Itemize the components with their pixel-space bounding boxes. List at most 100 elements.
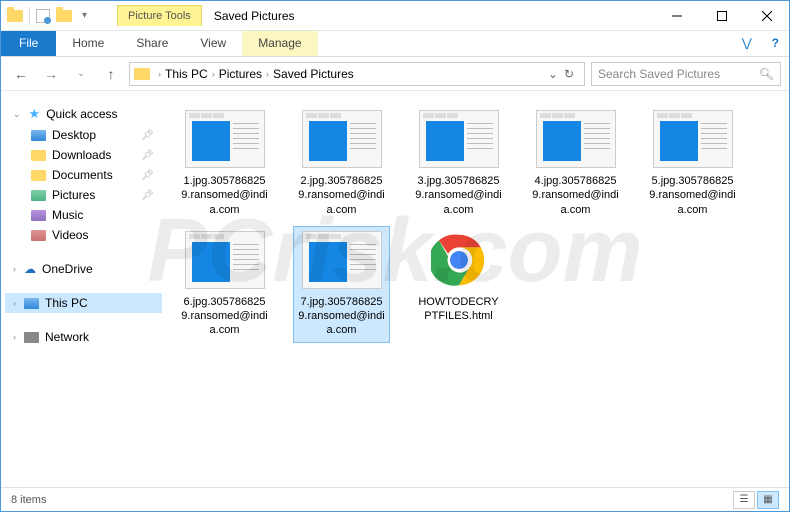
help-icon[interactable]: ? — [762, 31, 789, 56]
dropdown-icon[interactable]: ⌄ — [548, 67, 558, 81]
close-button[interactable] — [744, 1, 789, 31]
sidebar-item-pictures[interactable]: Pictures 📌︎ — [5, 185, 162, 205]
file-thumbnail — [302, 110, 382, 168]
sidebar-item-desktop[interactable]: Desktop 📌︎ — [5, 125, 162, 145]
file-item[interactable]: 3.jpg.3057868259.ransomed@india.com — [410, 105, 507, 222]
sidebar-label: Music — [52, 208, 83, 222]
sidebar-item-onedrive[interactable]: ›☁OneDrive — [5, 259, 162, 279]
file-item[interactable]: 4.jpg.3057868259.ransomed@india.com — [527, 105, 624, 222]
pc-icon — [24, 298, 39, 309]
quick-access-header[interactable]: ⌄★Quick access — [5, 103, 162, 125]
file-item[interactable]: 6.jpg.3057868259.ransomed@india.com — [176, 226, 273, 343]
pin-icon: 📌︎ — [141, 130, 154, 141]
app-icon — [7, 10, 23, 22]
separator — [29, 7, 30, 25]
sidebar-item-documents[interactable]: Documents📌︎ — [5, 165, 162, 185]
pin-icon: 📌︎ — [141, 150, 154, 161]
content-pane[interactable]: 1.jpg.3057868259.ransomed@india.com 2.jpg… — [166, 91, 789, 483]
file-item[interactable]: HOWTODECRYPTFILES.html — [410, 226, 507, 343]
file-name: 1.jpg.3057868259.ransomed@india.com — [181, 174, 268, 217]
file-item[interactable]: 7.jpg.3057868259.ransomed@india.com — [293, 226, 390, 343]
sidebar-label: Desktop — [52, 128, 96, 142]
file-item[interactable]: 1.jpg.3057868259.ransomed@india.com — [176, 105, 273, 222]
recent-locations-icon[interactable]: ⌄ — [69, 62, 93, 86]
file-name: 5.jpg.3057868259.ransomed@india.com — [649, 174, 736, 217]
file-name: 4.jpg.3057868259.ransomed@india.com — [532, 174, 619, 217]
details-view-button[interactable]: ☰ — [733, 491, 755, 509]
sidebar-item-this-pc[interactable]: ›This PC — [5, 293, 162, 313]
item-count: 8 items — [11, 494, 46, 506]
file-item[interactable]: 2.jpg.3057868259.ransomed@india.com — [293, 105, 390, 222]
qat-customize-icon[interactable]: ▾ — [78, 10, 91, 21]
quick-access-toolbar: ▾ — [1, 7, 97, 25]
chevron-right-icon[interactable]: › — [156, 69, 163, 79]
breadcrumb-item[interactable]: This PC — [165, 67, 208, 81]
file-name: 2.jpg.3057868259.ransomed@india.com — [298, 174, 385, 217]
new-folder-icon[interactable] — [56, 10, 72, 22]
picture-tools-tab[interactable]: Picture Tools — [117, 5, 202, 26]
properties-icon[interactable] — [36, 9, 50, 23]
file-item[interactable]: 5.jpg.3057868259.ransomed@india.com — [644, 105, 741, 222]
window-title: Saved Pictures — [214, 9, 654, 23]
minimize-button[interactable] — [654, 1, 699, 31]
file-thumbnail — [419, 110, 499, 168]
ribbon: File Home Share View Manage ⋁ ? — [1, 31, 789, 57]
back-button[interactable]: ← — [9, 62, 33, 86]
up-button[interactable]: ↑ — [99, 62, 123, 86]
window-controls — [654, 1, 789, 31]
chevron-right-icon[interactable]: › — [210, 69, 217, 79]
file-thumbnail — [185, 231, 265, 289]
status-bar: 8 items ☰ ▦ — [1, 487, 789, 511]
breadcrumb-item[interactable]: Pictures — [219, 67, 262, 81]
desktop-icon — [31, 130, 46, 141]
file-thumbnail — [185, 110, 265, 168]
sidebar-label: This PC — [45, 296, 88, 310]
file-thumbnail — [653, 110, 733, 168]
cloud-icon: ☁ — [24, 262, 36, 276]
videos-icon — [31, 230, 46, 241]
file-tab[interactable]: File — [1, 31, 56, 56]
sidebar-item-music[interactable]: Music — [5, 205, 162, 225]
sidebar-label: Videos — [52, 228, 88, 242]
documents-icon — [31, 170, 46, 181]
chevron-right-icon[interactable]: › — [264, 69, 271, 79]
file-name: 7.jpg.3057868259.ransomed@india.com — [298, 295, 385, 338]
folder-icon — [134, 68, 150, 80]
file-thumbnail — [536, 110, 616, 168]
ribbon-expand-icon[interactable]: ⋁ — [732, 31, 762, 56]
share-tab[interactable]: Share — [120, 31, 184, 56]
quick-access-label: Quick access — [46, 107, 117, 121]
chrome-icon — [431, 232, 487, 288]
navigation-pane: ⌄★Quick access Desktop 📌︎ Downloads 📌︎ Doc… — [1, 91, 166, 483]
sidebar-item-videos[interactable]: Videos — [5, 225, 162, 245]
pin-icon: 📌︎ — [141, 170, 154, 181]
thumbnails-view-button[interactable]: ▦ — [757, 491, 779, 509]
file-name: 6.jpg.3057868259.ransomed@india.com — [181, 295, 268, 338]
view-tab[interactable]: View — [184, 31, 242, 56]
sidebar-label: Network — [45, 330, 89, 344]
manage-tab[interactable]: Manage — [242, 31, 317, 56]
search-placeholder: Search Saved Pictures — [598, 67, 720, 81]
file-name: HOWTODECRYPTFILES.html — [415, 295, 502, 324]
sidebar-label: Pictures — [52, 188, 95, 202]
breadcrumb[interactable]: › This PC › Pictures › Saved Pictures ⌄ ↻ — [129, 62, 585, 86]
breadcrumb-item[interactable]: Saved Pictures — [273, 67, 354, 81]
file-name: 3.jpg.3057868259.ransomed@india.com — [415, 174, 502, 217]
navigation-bar: ← → ⌄ ↑ › This PC › Pictures › Saved Pic… — [1, 57, 789, 91]
titlebar: ▾ Picture Tools Saved Pictures — [1, 1, 789, 31]
search-icon[interactable]: 🔍︎ — [759, 67, 774, 81]
maximize-button[interactable] — [699, 1, 744, 31]
sidebar-label: OneDrive — [42, 262, 93, 276]
search-input[interactable]: Search Saved Pictures 🔍︎ — [591, 62, 781, 86]
sidebar-item-network[interactable]: ›Network — [5, 327, 162, 347]
forward-button[interactable]: → — [39, 62, 63, 86]
pictures-icon — [31, 190, 46, 201]
sidebar-item-downloads[interactable]: Downloads 📌︎ — [5, 145, 162, 165]
file-grid: 1.jpg.3057868259.ransomed@india.com 2.jpg… — [176, 105, 779, 343]
home-tab[interactable]: Home — [56, 31, 120, 56]
refresh-icon[interactable]: ↻ — [564, 67, 574, 81]
pin-icon: 📌︎ — [141, 190, 154, 201]
sidebar-label: Downloads — [52, 148, 111, 162]
downloads-icon — [31, 150, 46, 161]
music-icon — [31, 210, 46, 221]
